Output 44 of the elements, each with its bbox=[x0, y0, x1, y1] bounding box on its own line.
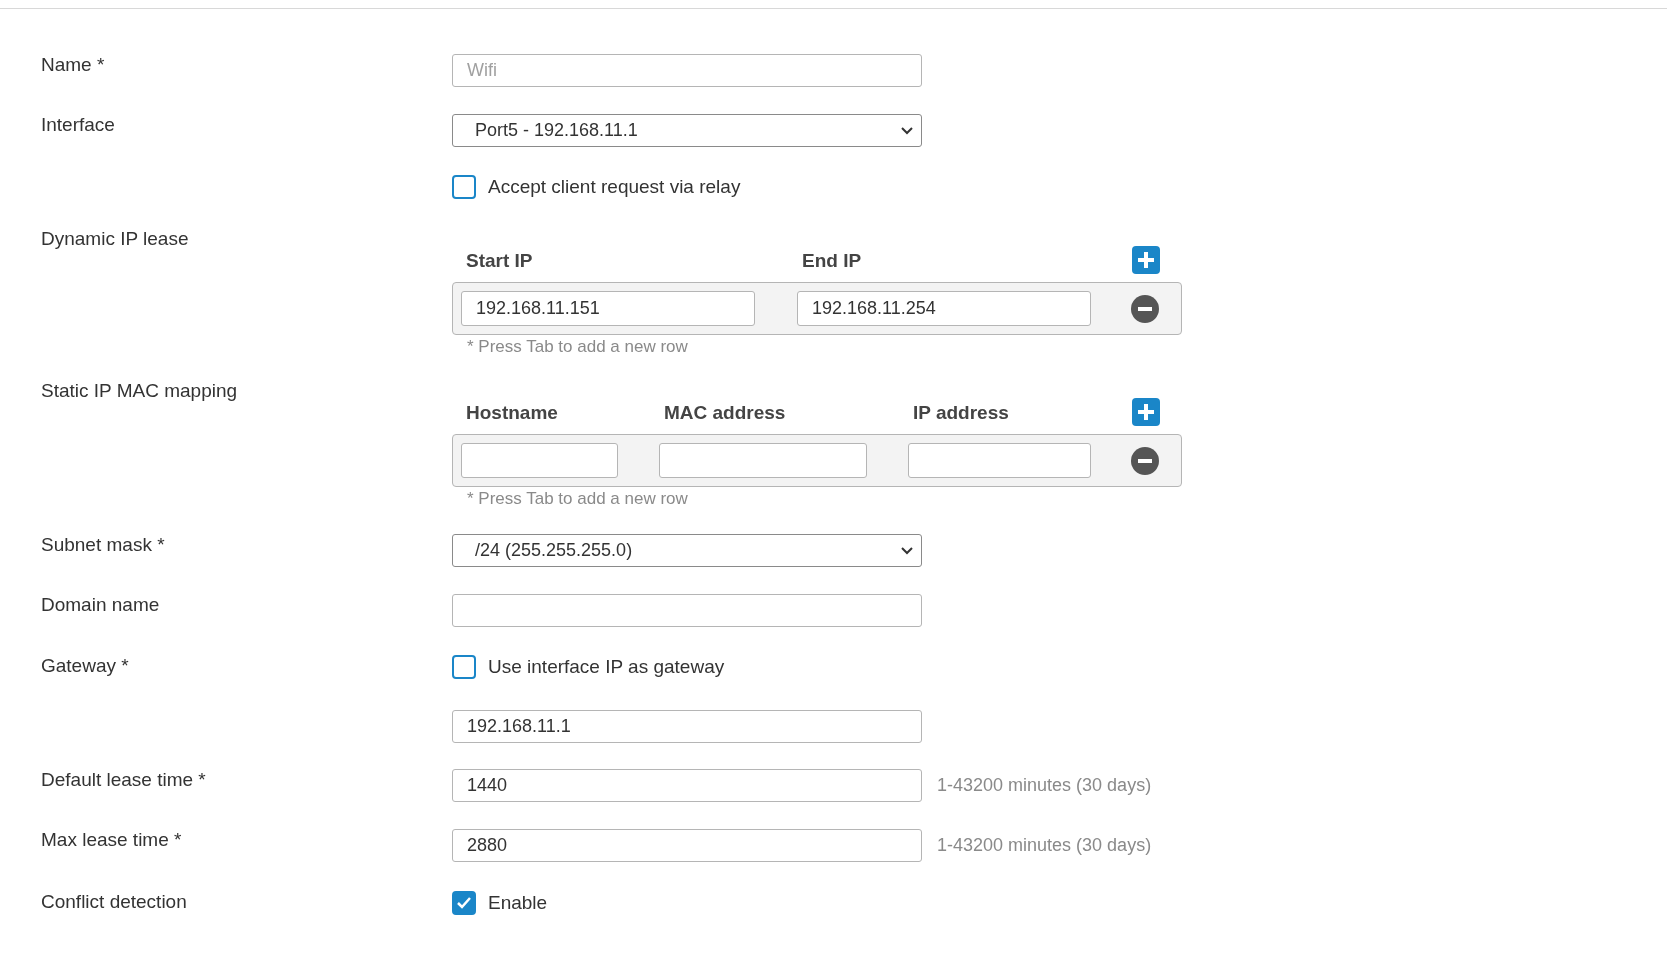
checkbox[interactable] bbox=[452, 655, 476, 679]
text-field[interactable] bbox=[452, 594, 922, 627]
text-field[interactable] bbox=[461, 443, 618, 478]
hint-text: 1-43200 minutes (30 days) bbox=[937, 774, 1152, 797]
checkbox-label: Accept client request via relay bbox=[488, 174, 741, 199]
text-field[interactable]: Wifi bbox=[452, 54, 922, 87]
column-header: IP address bbox=[913, 402, 1009, 423]
column-header: End IP bbox=[802, 250, 862, 271]
field-label: Dynamic IP lease bbox=[41, 228, 189, 249]
field-label: Domain name bbox=[41, 594, 160, 615]
column-header: MAC address bbox=[664, 402, 786, 423]
checkbox-label: Enable bbox=[488, 890, 548, 915]
checkbox[interactable] bbox=[452, 175, 476, 199]
checkbox[interactable] bbox=[452, 891, 476, 915]
checkmark-icon bbox=[456, 896, 472, 910]
add-icon[interactable] bbox=[1132, 398, 1160, 426]
text-field[interactable]: 1440 bbox=[452, 769, 922, 802]
text-field[interactable]: 192.168.11.151 bbox=[461, 291, 755, 326]
hint-text: * Press Tab to add a new row bbox=[467, 488, 688, 511]
remove-icon[interactable] bbox=[1131, 294, 1159, 323]
field-label: Conflict detection bbox=[41, 891, 187, 912]
dropdown[interactable]: /24 (255.255.255.0) bbox=[452, 534, 922, 567]
column-header: Start IP bbox=[466, 250, 533, 271]
field-label: Subnet mask * bbox=[41, 534, 165, 555]
field-label: Gateway * bbox=[41, 655, 129, 676]
field-label: Default lease time * bbox=[41, 769, 206, 790]
text-field[interactable]: 192.168.11.1 bbox=[452, 710, 922, 743]
field-label: Interface bbox=[41, 114, 115, 135]
text-field[interactable]: 192.168.11.254 bbox=[797, 291, 1091, 326]
chevron-down-icon bbox=[901, 126, 913, 135]
field-label: Max lease time * bbox=[41, 829, 182, 850]
dropdown[interactable]: Port5 - 192.168.11.1 bbox=[452, 114, 922, 147]
add-icon[interactable] bbox=[1132, 246, 1160, 274]
text-field[interactable]: 2880 bbox=[452, 829, 922, 862]
checkbox-label: Use interface IP as gateway bbox=[488, 654, 725, 679]
field-label: Name * bbox=[41, 54, 105, 75]
text-field[interactable] bbox=[908, 443, 1091, 478]
field-label: Static IP MAC mapping bbox=[41, 380, 238, 401]
remove-icon[interactable] bbox=[1131, 446, 1159, 475]
text-field[interactable] bbox=[659, 443, 867, 478]
hint-text: 1-43200 minutes (30 days) bbox=[937, 834, 1152, 857]
chevron-down-icon bbox=[901, 546, 913, 555]
column-header: Hostname bbox=[466, 402, 558, 423]
hint-text: * Press Tab to add a new row bbox=[467, 336, 688, 359]
